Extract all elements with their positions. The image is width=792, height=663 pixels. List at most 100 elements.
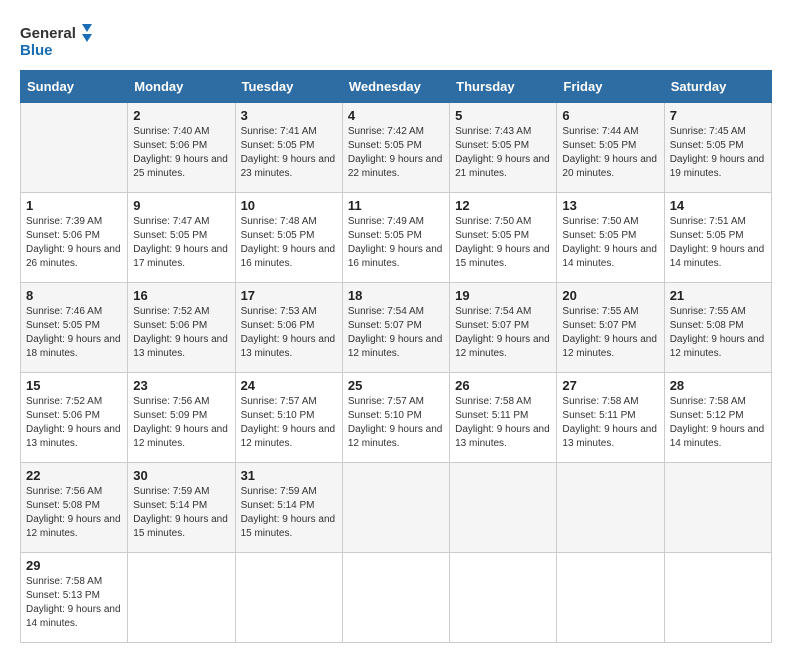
day-info: Sunrise: 7:48 AMSunset: 5:05 PMDaylight:… (241, 215, 337, 271)
calendar-cell: 17Sunrise: 7:53 AMSunset: 5:06 PMDayligh… (235, 283, 342, 373)
calendar-table: SundayMondayTuesdayWednesdayThursdayFrid… (20, 70, 772, 643)
calendar-row-1: 1 Sunrise: 7:39 AMSunset: 5:06 PMDaylight… (21, 193, 772, 283)
calendar-cell (342, 553, 449, 643)
calendar-cell: 20 Sunrise: 7:55 AMSunset: 5:07 PMDayligh… (557, 283, 664, 373)
day-info: Sunrise: 7:56 AMSunset: 5:08 PMDaylight:… (26, 485, 122, 541)
calendar-row-3: 15 Sunrise: 7:52 AMSunset: 5:06 PMDayligh… (21, 373, 772, 463)
calendar-cell: 2Sunrise: 7:40 AMSunset: 5:06 PMDaylight… (128, 103, 235, 193)
day-info: Sunrise: 7:42 AMSunset: 5:05 PMDaylight:… (348, 125, 444, 181)
calendar-cell: 15 Sunrise: 7:52 AMSunset: 5:06 PMDayligh… (21, 373, 128, 463)
day-info: Sunrise: 7:56 AMSunset: 5:09 PMDaylight:… (133, 395, 229, 451)
day-number: 31 (241, 468, 337, 483)
day-number: 13 (562, 198, 658, 213)
day-number: 29 (26, 558, 122, 573)
day-info: Sunrise: 7:55 AMSunset: 5:07 PMDaylight:… (562, 305, 658, 361)
calendar-cell: 22 Sunrise: 7:56 AMSunset: 5:08 PMDayligh… (21, 463, 128, 553)
calendar-cell (450, 463, 557, 553)
day-number: 24 (241, 378, 337, 393)
day-info: Sunrise: 7:53 AMSunset: 5:06 PMDaylight:… (241, 305, 337, 361)
day-info: Sunrise: 7:51 AMSunset: 5:05 PMDaylight:… (670, 215, 766, 271)
day-number: 20 (562, 288, 658, 303)
day-number: 21 (670, 288, 766, 303)
calendar-cell: 4 Sunrise: 7:42 AMSunset: 5:05 PMDaylight… (342, 103, 449, 193)
day-number: 14 (670, 198, 766, 213)
weekday-header-sunday: Sunday (21, 71, 128, 103)
calendar-cell (235, 553, 342, 643)
day-number: 2 (133, 108, 229, 123)
calendar-cell: 12 Sunrise: 7:50 AMSunset: 5:05 PMDayligh… (450, 193, 557, 283)
calendar-cell (557, 553, 664, 643)
day-info: Sunrise: 7:59 AMSunset: 5:14 PMDaylight:… (133, 485, 229, 541)
day-number: 27 (562, 378, 658, 393)
day-info: Sunrise: 7:45 AMSunset: 5:05 PMDaylight:… (670, 125, 766, 181)
calendar-cell: 19 Sunrise: 7:54 AMSunset: 5:07 PMDayligh… (450, 283, 557, 373)
logo-svg: GeneralBlue (20, 20, 100, 60)
day-number: 28 (670, 378, 766, 393)
calendar-cell: 14 Sunrise: 7:51 AMSunset: 5:05 PMDayligh… (664, 193, 771, 283)
calendar-row-4: 22 Sunrise: 7:56 AMSunset: 5:08 PMDayligh… (21, 463, 772, 553)
day-number: 30 (133, 468, 229, 483)
calendar-cell: 24 Sunrise: 7:57 AMSunset: 5:10 PMDayligh… (235, 373, 342, 463)
calendar-cell: 7 Sunrise: 7:45 AMSunset: 5:05 PMDaylight… (664, 103, 771, 193)
day-info: Sunrise: 7:39 AMSunset: 5:06 PMDaylight:… (26, 215, 122, 271)
calendar-cell (342, 463, 449, 553)
day-info: Sunrise: 7:59 AMSunset: 5:14 PMDaylight:… (241, 485, 337, 541)
day-info: Sunrise: 7:49 AMSunset: 5:05 PMDaylight:… (348, 215, 444, 271)
calendar-cell: 26 Sunrise: 7:58 AMSunset: 5:11 PMDayligh… (450, 373, 557, 463)
weekday-header-thursday: Thursday (450, 71, 557, 103)
day-info: Sunrise: 7:52 AMSunset: 5:06 PMDaylight:… (26, 395, 122, 451)
calendar-cell: 3 Sunrise: 7:41 AMSunset: 5:05 PMDaylight… (235, 103, 342, 193)
day-number: 18 (348, 288, 444, 303)
calendar-row-2: 8 Sunrise: 7:46 AMSunset: 5:05 PMDaylight… (21, 283, 772, 373)
weekday-header-tuesday: Tuesday (235, 71, 342, 103)
calendar-cell: 13 Sunrise: 7:50 AMSunset: 5:05 PMDayligh… (557, 193, 664, 283)
day-info: Sunrise: 7:43 AMSunset: 5:05 PMDaylight:… (455, 125, 551, 181)
day-info: Sunrise: 7:41 AMSunset: 5:05 PMDaylight:… (241, 125, 337, 181)
day-info: Sunrise: 7:50 AMSunset: 5:05 PMDaylight:… (562, 215, 658, 271)
calendar-row-5: 29 Sunrise: 7:58 AMSunset: 5:13 PMDayligh… (21, 553, 772, 643)
calendar-cell: 5Sunrise: 7:43 AMSunset: 5:05 PMDaylight… (450, 103, 557, 193)
day-info: Sunrise: 7:58 AMSunset: 5:11 PMDaylight:… (455, 395, 551, 451)
day-number: 7 (670, 108, 766, 123)
calendar-cell: 6Sunrise: 7:44 AMSunset: 5:05 PMDaylight… (557, 103, 664, 193)
svg-text:Blue: Blue (20, 42, 53, 59)
day-info: Sunrise: 7:57 AMSunset: 5:10 PMDaylight:… (348, 395, 444, 451)
calendar-cell: 29 Sunrise: 7:58 AMSunset: 5:13 PMDayligh… (21, 553, 128, 643)
day-number: 12 (455, 198, 551, 213)
day-number: 1 (26, 198, 122, 213)
calendar-cell: 27Sunrise: 7:58 AMSunset: 5:11 PMDayligh… (557, 373, 664, 463)
day-number: 6 (562, 108, 658, 123)
calendar-cell: 28Sunrise: 7:58 AMSunset: 5:12 PMDayligh… (664, 373, 771, 463)
day-number: 9 (133, 198, 229, 213)
day-number: 19 (455, 288, 551, 303)
calendar-cell: 11 Sunrise: 7:49 AMSunset: 5:05 PMDayligh… (342, 193, 449, 283)
calendar-cell: 31 Sunrise: 7:59 AMSunset: 5:14 PMDayligh… (235, 463, 342, 553)
calendar-cell (557, 463, 664, 553)
day-number: 8 (26, 288, 122, 303)
svg-text:General: General (20, 25, 76, 42)
day-info: Sunrise: 7:58 AMSunset: 5:13 PMDaylight:… (26, 575, 122, 631)
weekday-header-row: SundayMondayTuesdayWednesdayThursdayFrid… (21, 71, 772, 103)
day-info: Sunrise: 7:50 AMSunset: 5:05 PMDaylight:… (455, 215, 551, 271)
day-info: Sunrise: 7:52 AMSunset: 5:06 PMDaylight:… (133, 305, 229, 361)
day-number: 22 (26, 468, 122, 483)
day-number: 15 (26, 378, 122, 393)
day-info: Sunrise: 7:54 AMSunset: 5:07 PMDaylight:… (455, 305, 551, 361)
day-info: Sunrise: 7:46 AMSunset: 5:05 PMDaylight:… (26, 305, 122, 361)
day-info: Sunrise: 7:57 AMSunset: 5:10 PMDaylight:… (241, 395, 337, 451)
day-number: 11 (348, 198, 444, 213)
calendar-body: 2Sunrise: 7:40 AMSunset: 5:06 PMDaylight… (21, 103, 772, 643)
day-number: 3 (241, 108, 337, 123)
calendar-cell: 10Sunrise: 7:48 AMSunset: 5:05 PMDayligh… (235, 193, 342, 283)
day-number: 16 (133, 288, 229, 303)
calendar-cell: 23Sunrise: 7:56 AMSunset: 5:09 PMDayligh… (128, 373, 235, 463)
calendar-cell: 8 Sunrise: 7:46 AMSunset: 5:05 PMDaylight… (21, 283, 128, 373)
weekday-header-wednesday: Wednesday (342, 71, 449, 103)
calendar-cell (664, 463, 771, 553)
calendar-row-0: 2Sunrise: 7:40 AMSunset: 5:06 PMDaylight… (21, 103, 772, 193)
calendar-cell: 16 Sunrise: 7:52 AMSunset: 5:06 PMDayligh… (128, 283, 235, 373)
day-info: Sunrise: 7:47 AMSunset: 5:05 PMDaylight:… (133, 215, 229, 271)
day-number: 26 (455, 378, 551, 393)
day-number: 4 (348, 108, 444, 123)
weekday-header-monday: Monday (128, 71, 235, 103)
